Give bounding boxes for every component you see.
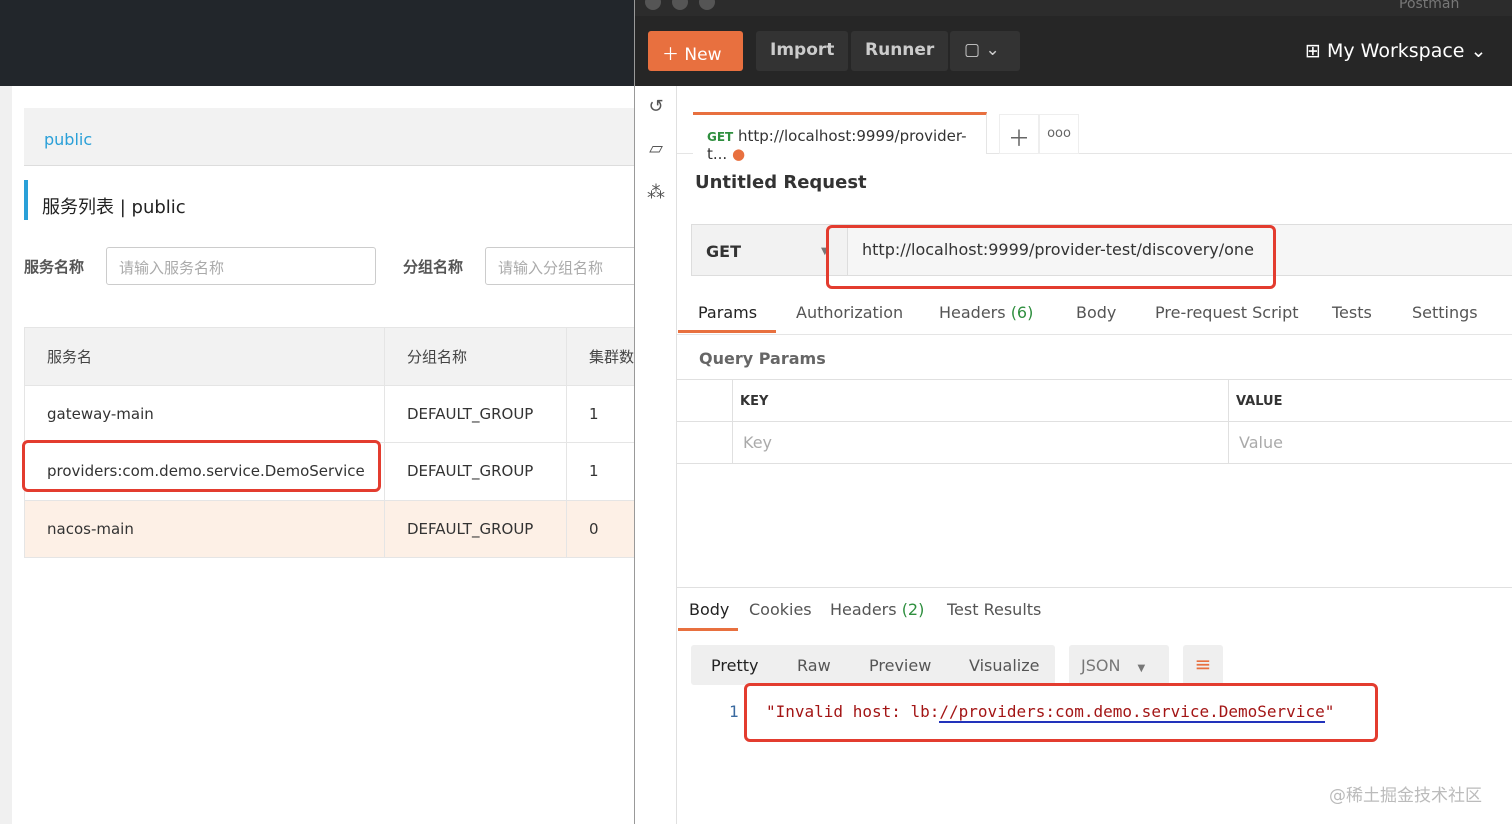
title-namespace: public — [131, 197, 186, 218]
tab-authorization[interactable]: Authorization — [796, 303, 903, 322]
tab-method: GET — [707, 130, 734, 144]
min-dot[interactable] — [672, 0, 688, 10]
format-select[interactable]: JSON ▼ — [1069, 645, 1169, 685]
more-icon[interactable]: ooo — [1039, 114, 1079, 154]
view-mode-group: Pretty Raw Preview Visualize — [691, 645, 1055, 685]
mode-preview[interactable]: Preview — [869, 656, 931, 675]
wrap-lines-icon[interactable]: ≡ — [1183, 645, 1223, 685]
highlight-box — [22, 440, 381, 492]
nacos-sidebar — [0, 86, 12, 824]
table-row: nacos-main DEFAULT_GROUP 0 — [24, 499, 654, 558]
title-sep: | — [119, 197, 126, 218]
cell: nacos-main — [24, 499, 385, 558]
table-header: 服务名 分组名称 集群数 — [24, 327, 654, 386]
format-label: JSON — [1081, 656, 1121, 675]
import-button[interactable]: Import — [756, 31, 849, 71]
resp-tab-body[interactable]: Body — [689, 600, 729, 619]
title-text: 服务列表 — [42, 197, 114, 218]
mode-visualize[interactable]: Visualize — [969, 656, 1039, 675]
request-name[interactable]: Untitled Request — [695, 172, 867, 193]
request-tab[interactable]: GET http://localhost:9999/provider-t... … — [693, 112, 987, 163]
service-name-label: 服务名称 — [24, 258, 85, 276]
history-icon[interactable]: ↺ — [645, 96, 667, 118]
headers-count: (6) — [1010, 303, 1034, 322]
cell: DEFAULT_GROUP — [384, 442, 567, 501]
new-label: New — [684, 45, 722, 65]
resp-headers-label: Headers — [830, 600, 897, 619]
namespace-label[interactable]: public — [44, 130, 92, 149]
service-name-input[interactable]: 请输入服务名称 — [106, 247, 376, 285]
key-input[interactable]: Key — [743, 433, 772, 452]
params-table: KEY VALUE Key Value — [677, 379, 1512, 464]
value-input[interactable]: Value — [1239, 433, 1283, 452]
tab-body[interactable]: Body — [1076, 303, 1116, 322]
highlight-box — [826, 225, 1276, 289]
resp-tab-cookies[interactable]: Cookies — [749, 600, 812, 619]
close-dot[interactable] — [645, 0, 661, 10]
col-service: 服务名 — [24, 327, 385, 386]
group-name-input[interactable]: 请输入分组名称 — [485, 247, 645, 285]
workspace-label: My Workspace — [1326, 40, 1465, 62]
side-rail: ↺ ▱ ⁂ — [635, 86, 677, 824]
highlight-box — [744, 683, 1378, 742]
unsaved-dot-icon: ● — [731, 145, 746, 163]
title-bar: Postman — [635, 0, 1512, 16]
watermark: @稀土掘金技术社区 — [1329, 786, 1482, 806]
resp-tab-headers[interactable]: Headers (2) — [830, 600, 924, 619]
tab-tests[interactable]: Tests — [1332, 303, 1372, 322]
query-params-title: Query Params — [699, 349, 826, 368]
plus-icon: ＋ — [662, 45, 679, 65]
line-number: 1 — [729, 702, 739, 721]
chevron-down-icon: ⌄ — [1470, 40, 1487, 62]
postman-window: Postman ＋ New Import Runner ▢ ⌄ ⊞ My Wor… — [634, 0, 1512, 824]
apis-icon[interactable]: ⁂ — [645, 182, 667, 204]
new-window-button[interactable]: ▢ ⌄ — [950, 31, 1020, 71]
tab-settings[interactable]: Settings — [1412, 303, 1478, 322]
cell: DEFAULT_GROUP — [384, 499, 567, 558]
chevron-down-icon: ⌄ — [985, 40, 1000, 60]
key-header: KEY — [740, 394, 769, 409]
group-name-label: 分组名称 — [403, 258, 464, 276]
mode-pretty[interactable]: Pretty — [711, 656, 758, 675]
app-title: Postman — [1399, 0, 1460, 12]
method-select[interactable]: GET — [706, 242, 741, 261]
new-button[interactable]: ＋ New — [648, 31, 743, 71]
value-header: VALUE — [1236, 394, 1283, 409]
add-tab-button[interactable]: ＋ — [999, 114, 1039, 154]
resp-headers-count: (2) — [901, 600, 925, 619]
collections-icon[interactable]: ▱ — [645, 138, 667, 160]
namespace-tab[interactable]: public — [24, 108, 634, 166]
grid-icon: ⊞ — [1305, 40, 1321, 62]
max-dot[interactable] — [699, 0, 715, 10]
mode-raw[interactable]: Raw — [797, 656, 831, 675]
table-row: gateway-main DEFAULT_GROUP 1 — [24, 384, 654, 443]
tab-pre-request[interactable]: Pre-request Script — [1155, 303, 1299, 322]
tab-headers[interactable]: Headers (6) — [939, 303, 1033, 322]
headers-label: Headers — [939, 303, 1006, 322]
workspace-selector[interactable]: ⊞ My Workspace ⌄ — [1305, 40, 1486, 62]
page-title: 服务列表 | public — [24, 180, 200, 220]
caret-down-icon: ▼ — [1137, 663, 1146, 674]
runner-button[interactable]: Runner — [851, 31, 949, 71]
resp-tab-tests[interactable]: Test Results — [947, 600, 1041, 619]
window-icon: ▢ — [964, 40, 981, 60]
cell: gateway-main — [24, 384, 385, 443]
cell: DEFAULT_GROUP — [384, 384, 567, 443]
nacos-header — [0, 0, 634, 86]
tab-params[interactable]: Params — [698, 303, 757, 322]
tab-url: http://localhost:9999/provider-t... — [707, 127, 967, 163]
col-group: 分组名称 — [384, 327, 567, 386]
